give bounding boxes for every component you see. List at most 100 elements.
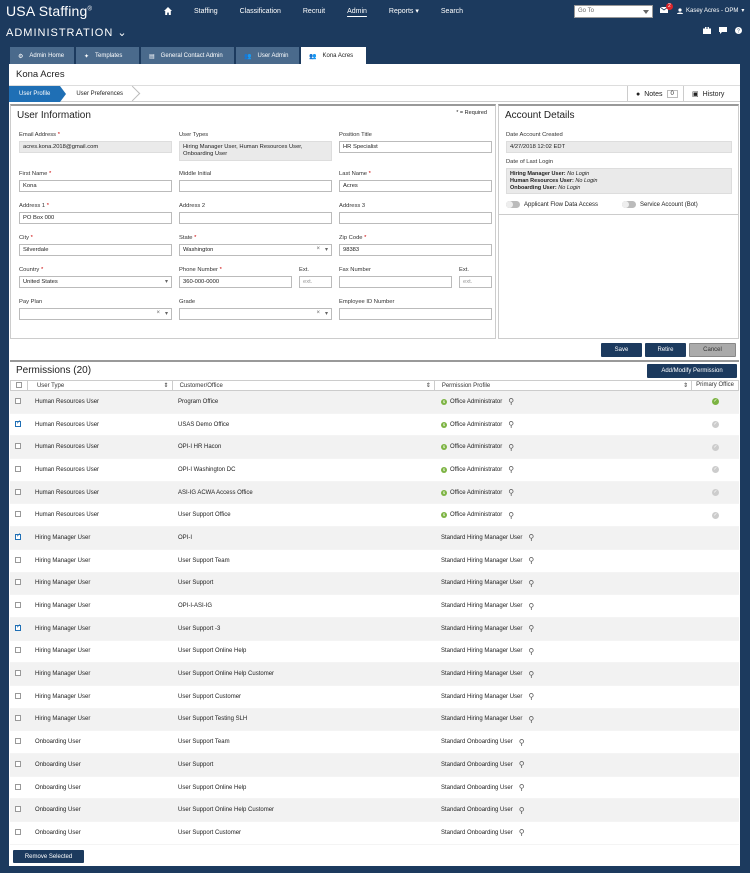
primary-check-icon[interactable]: ✓ bbox=[712, 421, 719, 429]
row-checkbox[interactable] bbox=[15, 623, 21, 631]
clear-icon[interactable]: × bbox=[156, 310, 160, 316]
row-checkbox[interactable] bbox=[15, 465, 21, 472]
col-user-type[interactable]: User Type ⇕ bbox=[26, 380, 172, 391]
search-icon[interactable]: ⚲ bbox=[519, 806, 525, 815]
phone-input[interactable]: 360-000-0000 bbox=[179, 276, 292, 288]
row-checkbox[interactable] bbox=[15, 783, 21, 790]
middle-initial-input[interactable] bbox=[179, 180, 332, 192]
service-account-toggle[interactable] bbox=[622, 201, 636, 208]
row-checkbox[interactable] bbox=[15, 556, 21, 563]
primary-check-icon[interactable]: ✓ bbox=[712, 511, 719, 519]
tab-general-contact-admin[interactable]: ▤ General Contact Admin bbox=[141, 47, 234, 65]
row-checkbox[interactable] bbox=[15, 828, 21, 835]
state-select[interactable]: Washington × bbox=[179, 244, 332, 256]
row-checkbox[interactable] bbox=[15, 647, 21, 654]
employee-id-input[interactable] bbox=[339, 308, 492, 320]
country-select[interactable]: United States bbox=[19, 276, 172, 288]
brand-logo[interactable]: USA Staffing® bbox=[6, 3, 156, 19]
first-name-input[interactable]: Kona bbox=[19, 180, 172, 192]
primary-check-icon[interactable]: ✓ bbox=[712, 443, 719, 451]
search-icon[interactable]: ⚲ bbox=[508, 465, 514, 474]
search-icon[interactable]: ⚲ bbox=[508, 443, 514, 452]
tab-templates[interactable]: ✦ Templates bbox=[76, 47, 139, 65]
flow-access-toggle[interactable] bbox=[506, 201, 520, 208]
row-checkbox[interactable] bbox=[15, 532, 21, 540]
fax-input[interactable] bbox=[339, 276, 452, 288]
search-icon[interactable]: ⚲ bbox=[528, 556, 534, 565]
primary-check-icon[interactable]: ✓ bbox=[712, 466, 719, 474]
help-icon[interactable]: ? bbox=[735, 27, 742, 34]
last-name-input[interactable]: Acres bbox=[339, 180, 492, 192]
remove-selected-button[interactable]: Remove Selected bbox=[13, 850, 84, 863]
nav-staffing[interactable]: Staffing bbox=[194, 8, 218, 15]
nav-recruit[interactable]: Recruit bbox=[303, 8, 325, 15]
row-checkbox[interactable] bbox=[15, 692, 21, 699]
retire-button[interactable]: Retire bbox=[645, 343, 686, 357]
col-customer-office[interactable]: Customer/Office ⇕ bbox=[171, 380, 434, 391]
search-icon[interactable]: ⚲ bbox=[519, 760, 525, 769]
search-icon[interactable]: ⚲ bbox=[508, 397, 514, 406]
row-checkbox[interactable] bbox=[15, 602, 21, 609]
nav-search[interactable]: Search bbox=[441, 8, 463, 15]
row-checkbox[interactable] bbox=[15, 511, 21, 518]
ext2-input[interactable]: ext. bbox=[459, 276, 492, 288]
tab-kona-acres[interactable]: 👥 Kona Acres bbox=[301, 47, 366, 65]
admin-title[interactable]: ADMINISTRATION ⌄ bbox=[6, 26, 128, 39]
row-checkbox[interactable] bbox=[15, 443, 21, 450]
address3-input[interactable] bbox=[339, 212, 492, 224]
city-input[interactable]: Silverdale bbox=[19, 244, 172, 256]
goto-dropdown-icon[interactable] bbox=[640, 6, 652, 17]
primary-check-icon[interactable]: ✓ bbox=[712, 489, 719, 497]
history-button[interactable]: ▣ History bbox=[683, 86, 724, 102]
search-icon[interactable]: ⚲ bbox=[528, 602, 534, 611]
address1-input[interactable]: PO Box 000 bbox=[19, 212, 172, 224]
tab-user-admin[interactable]: 👥 User Admin bbox=[236, 47, 299, 65]
col-permission-profile[interactable]: Permission Profile ⇕ bbox=[433, 380, 691, 391]
row-checkbox[interactable] bbox=[15, 715, 21, 722]
search-icon[interactable]: ⚲ bbox=[519, 783, 525, 792]
row-checkbox[interactable] bbox=[15, 806, 21, 813]
ext-input[interactable]: ext. bbox=[299, 276, 332, 288]
zip-input[interactable]: 98383 bbox=[339, 244, 492, 256]
clear-icon[interactable]: × bbox=[316, 310, 320, 316]
tab-admin-home[interactable]: ⚙ Admin Home bbox=[10, 47, 74, 65]
row-checkbox[interactable] bbox=[15, 397, 21, 404]
user-menu[interactable]: Kasey Acres - OPM ▾ bbox=[677, 7, 744, 14]
nav-classification[interactable]: Classification bbox=[240, 8, 281, 15]
row-checkbox[interactable] bbox=[15, 738, 21, 745]
crumb-user-preferences[interactable]: User Preferences bbox=[60, 86, 135, 102]
position-input[interactable]: HR Specialist bbox=[339, 141, 492, 153]
search-icon[interactable]: ⚲ bbox=[528, 692, 534, 701]
nav-reports[interactable]: Reports ▾ bbox=[389, 7, 419, 15]
search-icon[interactable]: ⚲ bbox=[528, 647, 534, 656]
nav-admin[interactable]: Admin bbox=[347, 8, 367, 15]
cancel-button[interactable]: Cancel bbox=[689, 343, 736, 357]
search-icon[interactable]: ⚲ bbox=[508, 511, 514, 520]
search-icon[interactable]: ⚲ bbox=[528, 579, 534, 588]
crumb-user-profile[interactable]: User Profile bbox=[9, 85, 67, 102]
row-checkbox[interactable] bbox=[15, 419, 21, 427]
notes-button[interactable]: ● Notes 0 bbox=[627, 86, 678, 102]
add-modify-permission-button[interactable]: Add/Modify Permission bbox=[647, 364, 737, 378]
row-checkbox[interactable] bbox=[15, 488, 21, 495]
row-checkbox[interactable] bbox=[15, 760, 21, 767]
save-button[interactable]: Save bbox=[601, 343, 642, 357]
chat-icon[interactable] bbox=[719, 27, 727, 34]
search-icon[interactable]: ⚲ bbox=[519, 828, 525, 837]
home-icon[interactable] bbox=[164, 7, 172, 15]
search-icon[interactable]: ⚲ bbox=[528, 533, 534, 542]
search-icon[interactable]: ⚲ bbox=[528, 624, 534, 633]
search-icon[interactable]: ⚲ bbox=[508, 420, 514, 429]
clear-icon[interactable]: × bbox=[316, 246, 320, 252]
address2-input[interactable] bbox=[179, 212, 332, 224]
select-all-checkbox[interactable] bbox=[15, 381, 22, 388]
primary-check-icon[interactable]: ✓ bbox=[712, 398, 719, 406]
row-checkbox[interactable] bbox=[15, 579, 21, 586]
search-icon[interactable]: ⚲ bbox=[508, 488, 514, 497]
briefcase-icon[interactable] bbox=[703, 27, 711, 34]
search-icon[interactable]: ⚲ bbox=[528, 715, 534, 724]
grade-select[interactable]: × bbox=[179, 308, 332, 320]
search-icon[interactable]: ⚲ bbox=[528, 670, 534, 679]
search-icon[interactable]: ⚲ bbox=[519, 738, 525, 747]
row-checkbox[interactable] bbox=[15, 670, 21, 677]
